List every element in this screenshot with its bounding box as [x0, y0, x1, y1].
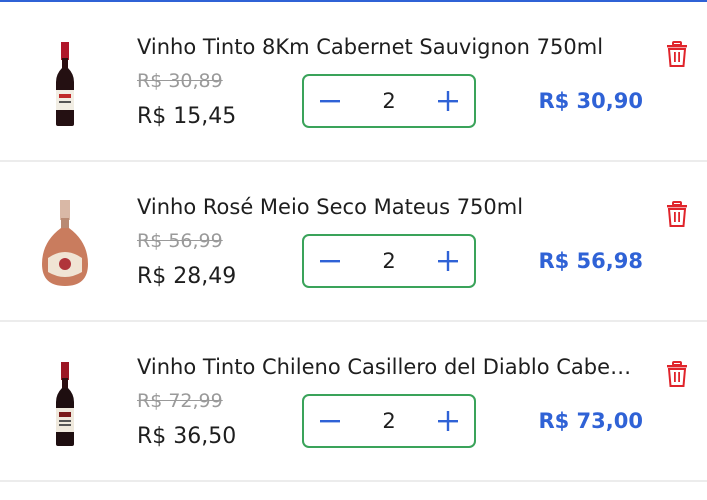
- wine-bottle-red-icon: [56, 42, 74, 126]
- delete-item-icon[interactable]: [664, 40, 690, 68]
- product-name[interactable]: Vinho Rosé Meio Seco Mateus 750ml: [137, 194, 637, 220]
- decrease-quantity-button[interactable]: [304, 396, 356, 446]
- cart-item: Vinho Tinto Chileno Casillero del Diablo…: [0, 322, 707, 482]
- cart-item: Vinho Rosé Meio Seco Mateus 750ml R$ 56,…: [0, 162, 707, 322]
- quantity-value[interactable]: 2: [356, 76, 422, 126]
- wine-bottle-red-icon: [56, 362, 74, 446]
- increase-quantity-button[interactable]: [422, 236, 474, 286]
- plus-icon: [438, 411, 458, 431]
- minus-icon: [320, 100, 340, 103]
- item-total: R$ 30,90: [538, 89, 643, 113]
- quantity-stepper: 2: [302, 234, 476, 288]
- decrease-quantity-button[interactable]: [304, 236, 356, 286]
- quantity-stepper: 2: [302, 394, 476, 448]
- plus-icon: [438, 91, 458, 111]
- original-price: R$ 72,99: [137, 390, 223, 412]
- unit-price: R$ 36,50: [137, 424, 237, 449]
- unit-price: R$ 28,49: [137, 264, 237, 289]
- quantity-value[interactable]: 2: [356, 396, 422, 446]
- item-total: R$ 56,98: [538, 249, 643, 273]
- increase-quantity-button[interactable]: [422, 396, 474, 446]
- delete-item-icon[interactable]: [664, 360, 690, 388]
- plus-icon: [438, 251, 458, 271]
- cart-item: Vinho Tinto 8Km Cabernet Sauvignon 750ml…: [0, 2, 707, 162]
- item-total: R$ 73,00: [538, 409, 643, 433]
- increase-quantity-button[interactable]: [422, 76, 474, 126]
- product-name[interactable]: Vinho Tinto Chileno Casillero del Diablo…: [137, 354, 637, 380]
- original-price: R$ 30,89: [137, 70, 223, 92]
- wine-bottle-rose-icon: [42, 200, 88, 286]
- delete-item-icon[interactable]: [664, 200, 690, 228]
- product-name[interactable]: Vinho Tinto 8Km Cabernet Sauvignon 750ml: [137, 34, 637, 60]
- minus-icon: [320, 420, 340, 423]
- unit-price: R$ 15,45: [137, 104, 237, 129]
- quantity-stepper: 2: [302, 74, 476, 128]
- quantity-value[interactable]: 2: [356, 236, 422, 286]
- original-price: R$ 56,99: [137, 230, 223, 252]
- decrease-quantity-button[interactable]: [304, 76, 356, 126]
- minus-icon: [320, 260, 340, 263]
